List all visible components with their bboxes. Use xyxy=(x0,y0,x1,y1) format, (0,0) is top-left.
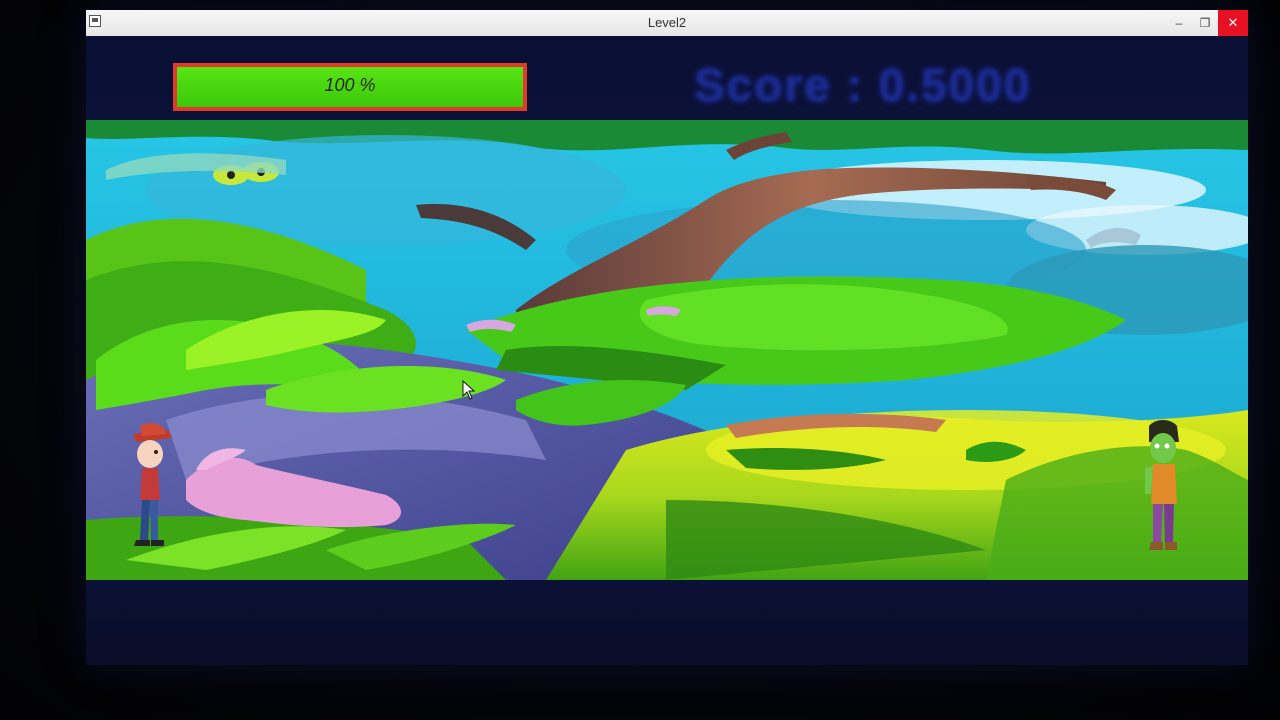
close-button[interactable]: ✕ xyxy=(1218,10,1248,36)
health-bar: 100 % xyxy=(173,63,527,111)
maximize-button[interactable]: ❐ xyxy=(1192,10,1218,36)
mouse-pointer-icon xyxy=(462,380,476,400)
health-text: 100 % xyxy=(324,75,376,95)
score-display: Score : 0.5000 xyxy=(694,59,1032,111)
game-window: Level2 – ❐ ✕ 100 % Score : 0.5000 xyxy=(86,10,1248,665)
hud: 100 % Score : 0.5000 xyxy=(86,36,1248,126)
game-scene[interactable] xyxy=(86,120,1248,580)
jungle-background xyxy=(86,120,1248,580)
zombie-enemy xyxy=(1145,420,1179,550)
window-title: Level2 xyxy=(647,15,687,30)
player-character xyxy=(133,423,172,546)
bottom-panel xyxy=(86,580,1248,665)
title-bar[interactable]: Level2 – ❐ ✕ xyxy=(86,10,1248,37)
minimize-button[interactable]: – xyxy=(1166,10,1192,36)
